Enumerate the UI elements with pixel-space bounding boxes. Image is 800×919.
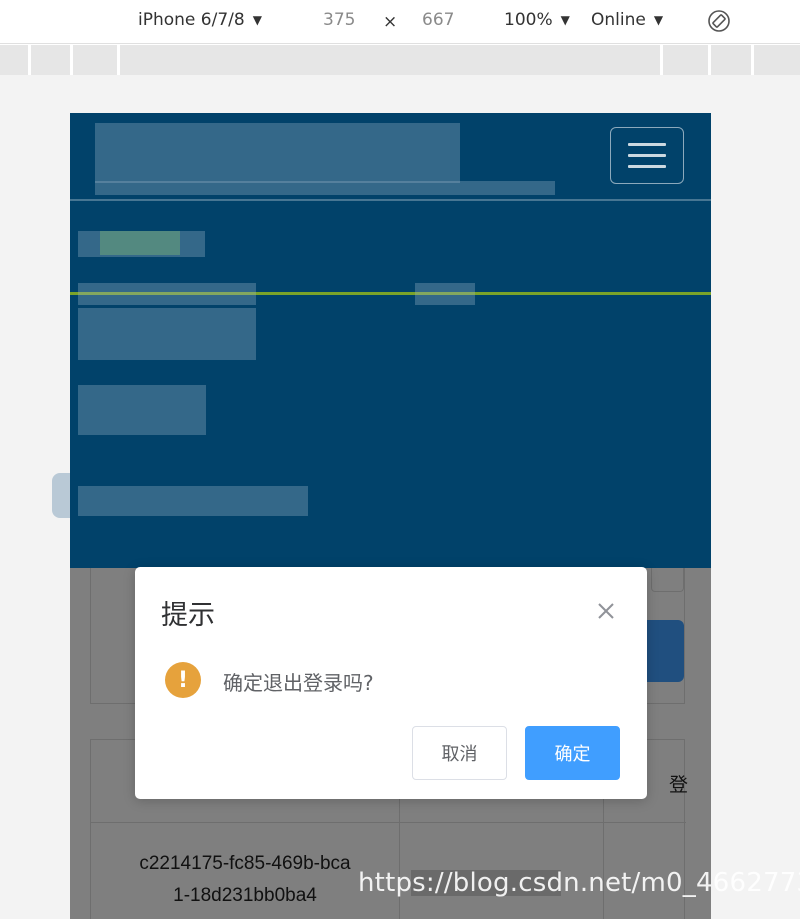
media-query-ruler bbox=[0, 45, 800, 75]
confirm-button[interactable]: 确定 bbox=[525, 726, 620, 780]
times-icon: × bbox=[383, 12, 398, 32]
chevron-down-icon: ▼ bbox=[653, 13, 664, 27]
dialog-title: 提示 bbox=[161, 600, 215, 631]
network-label: Online bbox=[591, 10, 646, 30]
menu-bar bbox=[628, 165, 666, 168]
zoom-label: 100% bbox=[504, 10, 553, 30]
ruler-mark bbox=[751, 45, 754, 75]
blurred-nav-item[interactable] bbox=[415, 283, 475, 305]
blurred-nav-item[interactable] bbox=[78, 486, 308, 516]
width-input[interactable]: 375 bbox=[323, 10, 355, 30]
ruler-mark bbox=[660, 45, 663, 75]
devtools-device-toolbar: iPhone 6/7/8 ▼ 375 × 667 100% ▼ Online ▼ bbox=[0, 0, 800, 44]
watermark-text: https://blog.csdn.net/m0_46627730 bbox=[358, 868, 800, 898]
nav-divider bbox=[70, 199, 711, 201]
height-value: 667 bbox=[422, 10, 455, 30]
blurred-nav-item[interactable] bbox=[78, 308, 256, 360]
blurred-nav-item[interactable] bbox=[78, 283, 256, 305]
menu-toggle-button[interactable] bbox=[610, 127, 684, 184]
ruler-mark bbox=[28, 45, 31, 75]
blurred-logo bbox=[95, 123, 460, 183]
app-header bbox=[70, 113, 711, 568]
device-select[interactable]: iPhone 6/7/8 ▼ bbox=[138, 10, 262, 30]
menu-bar bbox=[628, 143, 666, 146]
ruler-mark bbox=[117, 45, 120, 75]
zoom-select[interactable]: 100% ▼ bbox=[504, 10, 570, 30]
menu-bar bbox=[628, 154, 666, 157]
chevron-down-icon: ▼ bbox=[252, 13, 262, 27]
height-input[interactable]: 667 bbox=[422, 10, 454, 30]
warning-icon: ! bbox=[165, 662, 201, 698]
ruler-mark bbox=[70, 45, 73, 75]
blurred-nav-item[interactable] bbox=[78, 385, 206, 435]
device-label: iPhone 6/7/8 bbox=[138, 10, 245, 30]
cancel-button[interactable]: 取消 bbox=[412, 726, 507, 780]
close-icon[interactable] bbox=[595, 600, 617, 622]
blurred-nav-item[interactable] bbox=[78, 231, 205, 257]
confirm-dialog: 提示 ! 确定退出登录吗? 取消 确定 bbox=[135, 567, 647, 799]
network-select[interactable]: Online ▼ bbox=[591, 10, 663, 30]
dimension-separator: × bbox=[383, 12, 397, 32]
width-value: 375 bbox=[323, 10, 356, 30]
ruler-mark bbox=[708, 45, 711, 75]
blurred-text bbox=[95, 181, 555, 195]
rotate-icon[interactable] bbox=[707, 9, 731, 33]
chevron-down-icon: ▼ bbox=[560, 13, 570, 27]
dialog-message: 确定退出登录吗? bbox=[223, 671, 374, 695]
